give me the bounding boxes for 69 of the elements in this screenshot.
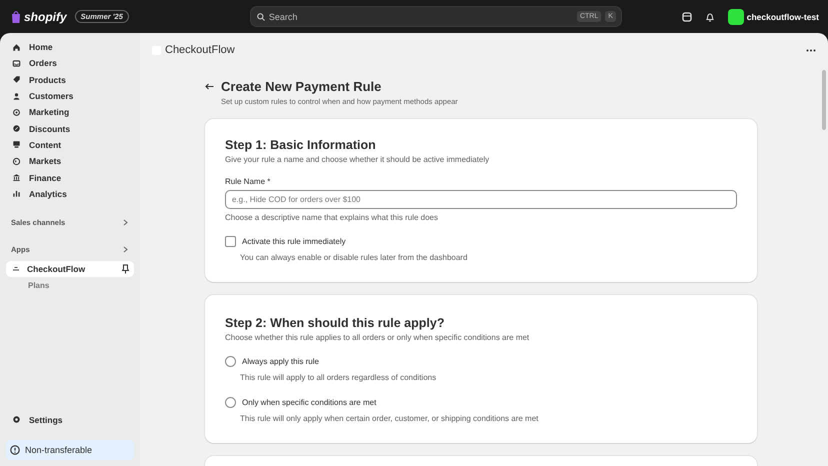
- bank-icon: [12, 173, 21, 182]
- gear-icon: [12, 415, 21, 424]
- field-help: Choose a descriptive name that explains what this rule does: [225, 213, 440, 222]
- rule-name-field[interactable]: e.g., Hide COD for orders over $100: [225, 190, 737, 209]
- nav-label: Analytics: [29, 188, 67, 199]
- step-title: Step 1: Basic Information: [225, 138, 377, 152]
- pin-icon[interactable]: [122, 264, 129, 274]
- nav-item[interactable]: Home: [6, 39, 134, 56]
- notice-text: Non-transferable: [25, 445, 92, 455]
- nav-label: Finance: [29, 172, 62, 183]
- nav-label: Discounts: [29, 124, 70, 134]
- app-title: CheckoutFlow: [165, 44, 235, 56]
- page-title: Create New Payment Rule: [221, 79, 382, 94]
- nav-label: Marketing: [29, 107, 70, 118]
- nav-item[interactable]: Discounts: [6, 120, 134, 137]
- nav-item[interactable]: Products: [6, 72, 134, 88]
- globe-icon: [12, 156, 21, 166]
- nav-item[interactable]: Orders: [6, 55, 134, 72]
- option-label: Always apply this rule: [242, 357, 319, 366]
- nav-label: Home: [29, 42, 53, 52]
- bar-chart-icon: [12, 189, 21, 198]
- discount-icon: [12, 124, 21, 134]
- store-menu[interactable]: checkoutflow-test: [728, 8, 819, 24]
- shopping-bag-icon: [11, 10, 21, 22]
- logo-text[interactable]: shopify: [24, 10, 67, 24]
- person-icon: [12, 92, 21, 101]
- back-arrow-icon[interactable]: [205, 83, 214, 90]
- monitor-icon: [12, 140, 21, 150]
- scrollbar[interactable]: [822, 70, 826, 130]
- target-icon: [12, 108, 21, 117]
- option-label: Only when specific conditions are met: [242, 398, 376, 407]
- nav-label: Markets: [29, 156, 62, 166]
- inbox-icon: [12, 58, 21, 68]
- chevron-right-icon: [123, 218, 128, 226]
- option-hint: This rule will only apply when certain order, customer, or shipping conditions are met: [239, 414, 540, 423]
- more-icon[interactable]: [806, 48, 816, 52]
- radio-button[interactable]: [225, 356, 236, 367]
- nav-item[interactable]: Customers: [6, 88, 134, 104]
- step-description: Give your rule a name and choose whether it should be active immediately: [225, 155, 490, 164]
- checkbox[interactable]: [225, 236, 236, 247]
- nav-label: Orders: [29, 58, 57, 68]
- nav-label: Settings: [29, 414, 63, 425]
- step-title: Step 2: When should this rule apply?: [225, 316, 446, 330]
- info-icon: [10, 445, 20, 455]
- radio-button[interactable]: [225, 397, 236, 408]
- app-logo-icon: [13, 266, 19, 272]
- nav-item[interactable]: Analytics: [6, 186, 134, 202]
- notice-banner[interactable]: Non-transferable: [6, 440, 134, 460]
- step-description: Choose whether this rule applies to all orders or only when specific conditions are met: [225, 333, 530, 342]
- nav-item[interactable]: Finance: [6, 169, 134, 186]
- option-label: Activate this rule immediately: [242, 237, 346, 246]
- field-label: Rule Name *: [225, 177, 272, 186]
- bell-icon[interactable]: [704, 12, 715, 22]
- nav-item[interactable]: Markets: [6, 153, 134, 170]
- search-icon: [256, 13, 265, 21]
- tag-icon: [12, 75, 21, 84]
- settings-item[interactable]: Settings: [6, 412, 134, 428]
- home-icon: [12, 42, 21, 52]
- nav-label: Products: [29, 74, 66, 85]
- nav-item[interactable]: Content: [6, 136, 134, 154]
- store-icon[interactable]: [682, 12, 692, 22]
- nav-label: Customers: [29, 91, 74, 102]
- app-nav-item[interactable]: CheckoutFlow: [6, 260, 134, 277]
- option-hint: You can always enable or disable rules later from the dashboard: [239, 253, 468, 262]
- option-hint: This rule will apply to all orders regardless of conditions: [239, 373, 438, 382]
- chevron-right-icon: [123, 246, 128, 253]
- nav-item[interactable]: Marketing: [6, 104, 134, 120]
- nav-label: Content: [29, 140, 62, 150]
- sub-nav-item[interactable]: Plans: [6, 280, 134, 290]
